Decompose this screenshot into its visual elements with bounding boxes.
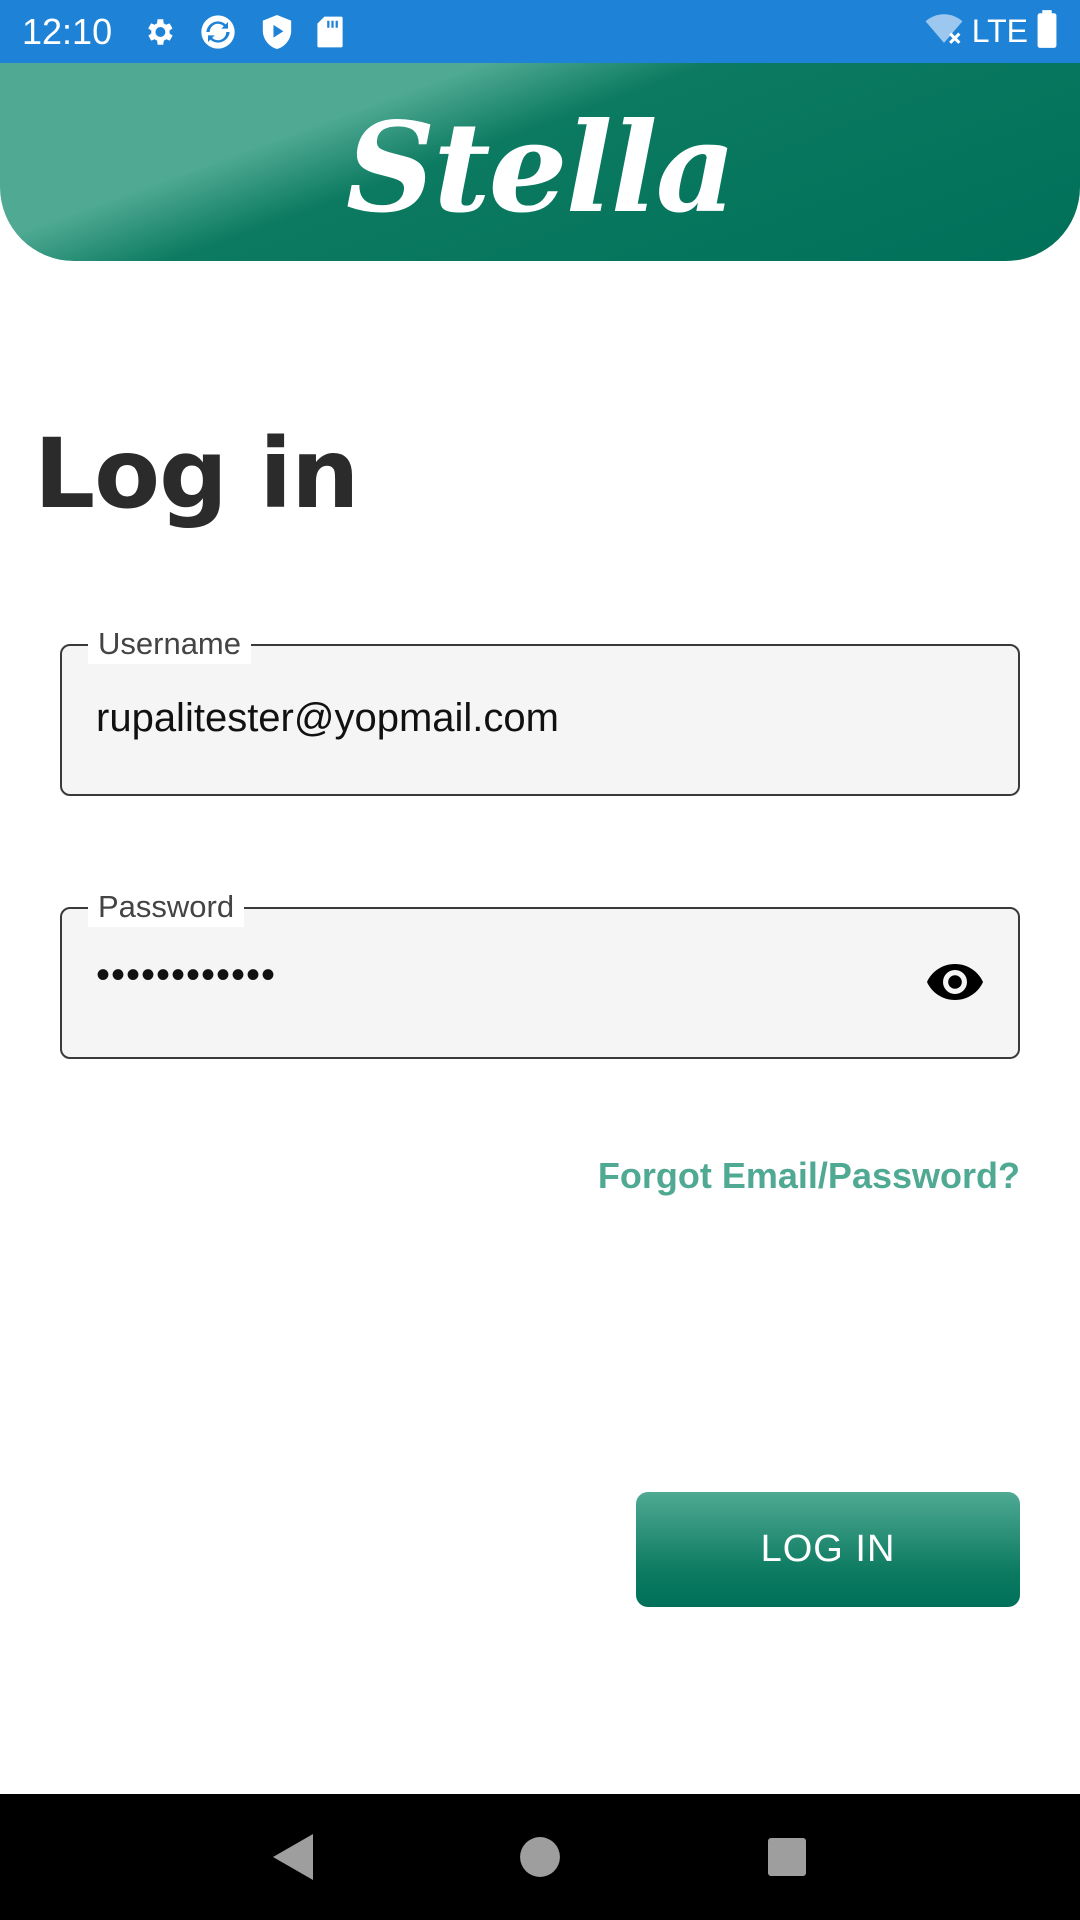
sync-icon bbox=[198, 12, 238, 52]
battery-icon bbox=[1036, 10, 1058, 53]
settings-icon bbox=[142, 15, 176, 49]
username-field[interactable]: Username rupalitester@yopmail.com bbox=[60, 624, 1020, 796]
home-icon[interactable] bbox=[510, 1827, 570, 1887]
password-label: Password bbox=[88, 887, 245, 927]
back-icon[interactable] bbox=[263, 1827, 323, 1887]
username-input[interactable]: rupalitester@yopmail.com bbox=[96, 696, 559, 741]
login-button[interactable]: LOG IN bbox=[636, 1492, 1020, 1607]
forgot-password-link[interactable]: Forgot Email/Password? bbox=[598, 1155, 1020, 1197]
username-label: Username bbox=[88, 624, 251, 664]
status-bar: 12:10 LTE bbox=[0, 0, 1080, 63]
status-network: LTE bbox=[971, 13, 1028, 49]
status-time: 12:10 bbox=[22, 10, 113, 52]
page-title: Log in bbox=[34, 418, 360, 530]
status-icons bbox=[142, 12, 344, 52]
sd-card-icon bbox=[316, 15, 344, 49]
brand-logo: Stella bbox=[345, 95, 736, 241]
brand-header: Stella bbox=[0, 63, 1080, 261]
navigation-bar bbox=[0, 1794, 1080, 1920]
eye-icon[interactable] bbox=[924, 959, 986, 1005]
recents-icon[interactable] bbox=[757, 1827, 817, 1887]
password-field[interactable]: Password •••••••••••• bbox=[60, 887, 1020, 1059]
shield-play-icon bbox=[260, 13, 294, 51]
status-right: LTE bbox=[924, 10, 1058, 53]
wifi-off-icon bbox=[924, 12, 964, 51]
password-input[interactable]: •••••••••••• bbox=[96, 953, 276, 998]
